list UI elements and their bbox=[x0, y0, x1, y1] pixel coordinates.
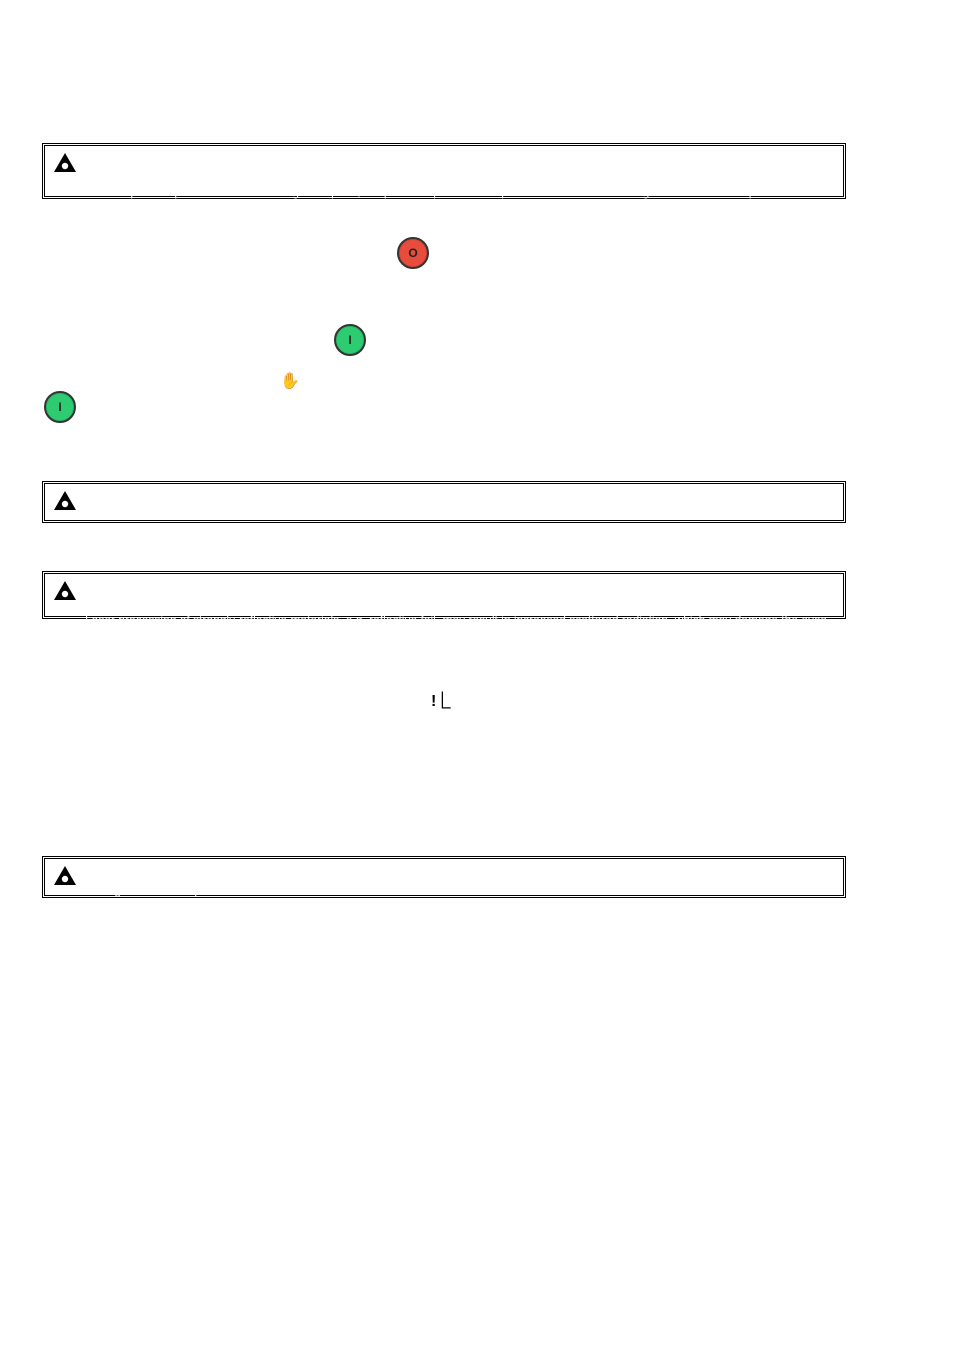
section-number: 6.5.3 bbox=[42, 78, 86, 100]
para-focus-surface: The working area is set by default so th… bbox=[42, 212, 392, 285]
warning-box-eye: WARNING Eye damage due to laser impact. … bbox=[42, 571, 846, 619]
warning-triangle-icon bbox=[53, 152, 77, 174]
figure-light-barrier bbox=[470, 680, 840, 780]
on-badge-2: I bbox=[44, 391, 76, 423]
fig2-caption: Fig. 6-20: Focus for engraving on thicke… bbox=[440, 420, 707, 434]
off-badge: O bbox=[397, 237, 429, 269]
fig1-caption: Fig. 6-19: Focus on workpiece surface bbox=[440, 288, 643, 302]
header-right: Speedy 100 fiber bbox=[813, 28, 904, 42]
section-title: Laser Working Area bbox=[103, 78, 291, 100]
warning-burns-text: WARNING Serious burns from hot surfaces.… bbox=[85, 490, 835, 570]
hand-cursor-icon: ✋ bbox=[280, 371, 298, 389]
warning-box-light-barrier: WARNING The light barrier is a protectiv… bbox=[42, 856, 846, 898]
warning-box-burns: WARNING Serious burns from hot surfaces.… bbox=[42, 481, 846, 523]
safety-title: Safety precautions for fiber laser bbox=[42, 632, 276, 653]
warning-triangle-icon bbox=[53, 865, 77, 887]
footer-center: BA 8021_2.1_EN (03/2013) bbox=[0, 1307, 954, 1321]
footer-right: 52 / 88 bbox=[867, 1307, 904, 1321]
foot-glyph-icon: !⎿ bbox=[431, 687, 448, 711]
figure-focus-thicker bbox=[440, 320, 840, 410]
warning-triangle-icon bbox=[53, 580, 77, 602]
warning-light-barrier-text: WARNING The light barrier is a protectiv… bbox=[85, 865, 835, 929]
on-badge-1: I bbox=[334, 324, 366, 356]
figure-focus-surface bbox=[440, 215, 840, 285]
fig3-caption: Fig. 6-21: Persons reaching into the pro… bbox=[470, 785, 881, 799]
warning-triangle-icon bbox=[53, 490, 77, 512]
intro-paragraph: The laser beam ionizes the focus area, w… bbox=[42, 105, 842, 141]
warning-box-fire: WARNING Danger of fire. If a workpiece i… bbox=[42, 143, 846, 199]
header-left: Preparation for laser processing bbox=[42, 28, 212, 42]
